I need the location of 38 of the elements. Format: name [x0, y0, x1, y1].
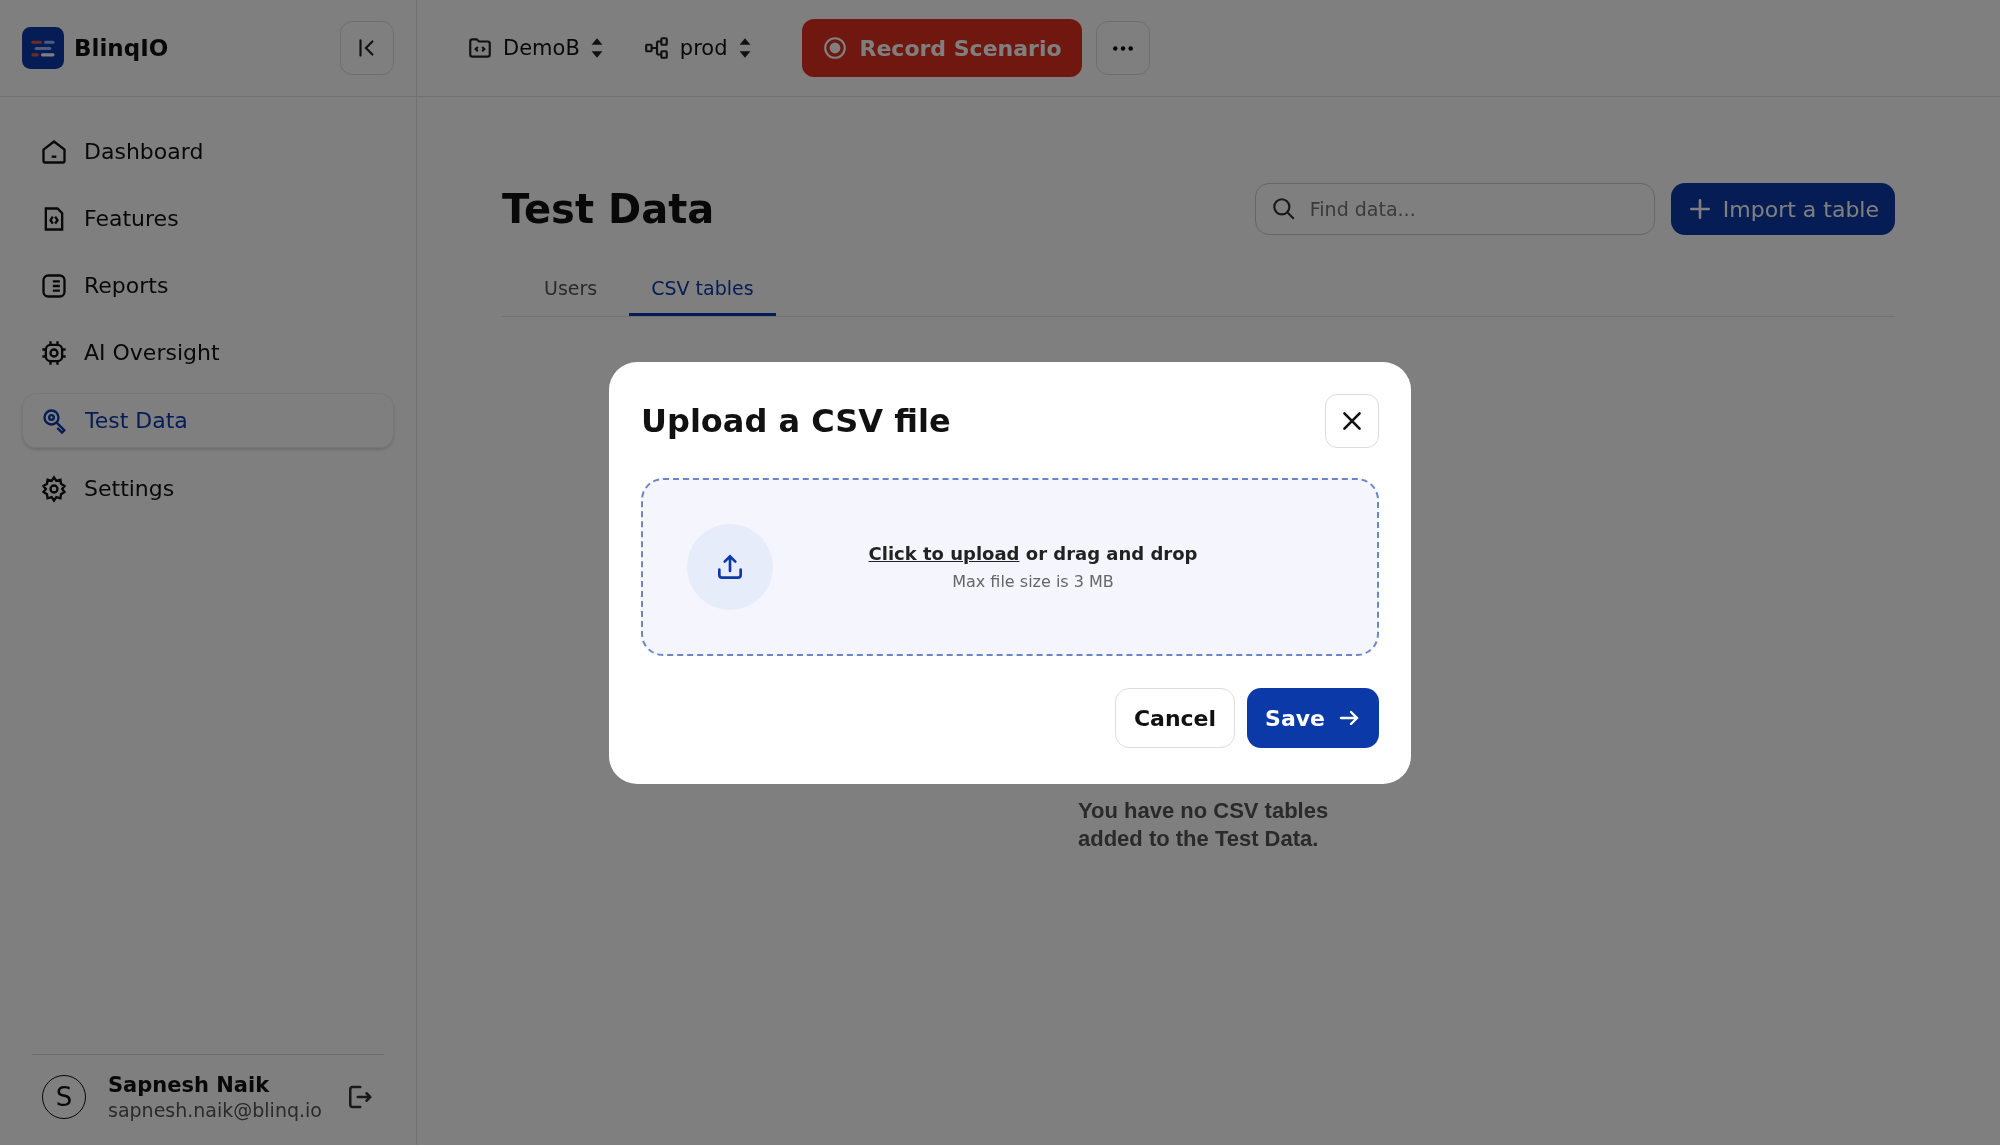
record-icon — [821, 35, 848, 61]
settings-icon — [40, 474, 68, 503]
brand-name: BlinqIO — [74, 35, 169, 61]
more-icon — [1111, 44, 1134, 52]
sidebar-item[interactable]: Features — [22, 192, 394, 245]
environment-selector[interactable]: prod — [643, 35, 752, 61]
sidebar-item[interactable]: Settings — [22, 462, 394, 515]
sidebar-item[interactable]: Test Data — [22, 393, 394, 448]
logo-icon — [22, 27, 64, 69]
save-button[interactable]: Save — [1247, 688, 1379, 748]
search-icon — [1270, 196, 1297, 222]
user-name: Sapnesh Naik — [108, 1073, 271, 1097]
drag-drop-text: or drag and drop — [1025, 543, 1198, 564]
sidebar-item[interactable]: Dashboard — [22, 125, 394, 178]
dialog-title: Upload a CSV file — [641, 402, 951, 440]
page-title: Test Data — [502, 186, 715, 232]
cancel-button[interactable]: Cancel — [1114, 688, 1236, 748]
sidebar-item[interactable]: Reports — [22, 259, 394, 312]
search-field[interactable]: Find data... — [1254, 183, 1655, 235]
tab[interactable]: CSV tables — [629, 265, 776, 316]
record-scenario-button[interactable]: Record Scenario — [801, 19, 1082, 77]
tab[interactable]: Users — [522, 265, 620, 316]
search-key-icon — [41, 406, 69, 435]
branch-icon — [643, 35, 670, 61]
chip-icon — [40, 338, 68, 367]
project-selector[interactable]: DemoB — [467, 35, 604, 61]
import-table-button[interactable]: Import a table — [1670, 183, 1895, 235]
user-email: sapnesh.naik@blinq.io — [108, 1099, 322, 1121]
file-size-hint: Max file size is 3 MB — [952, 572, 1114, 591]
home-icon — [40, 137, 68, 166]
close-button[interactable] — [1325, 394, 1379, 448]
upload-dropzone[interactable]: Click to upload or drag and drop Max file size is 3 MB — [641, 478, 1379, 656]
empty-message: You have no CSV tables added to the Test Data. — [1078, 797, 1330, 852]
folder-code-icon — [467, 35, 493, 61]
sidebar-item[interactable]: AI Oversight — [22, 326, 394, 379]
upload-link[interactable]: Click to upload — [868, 543, 1020, 564]
collapse-sidebar-button[interactable] — [340, 21, 394, 75]
list-icon — [40, 271, 68, 300]
